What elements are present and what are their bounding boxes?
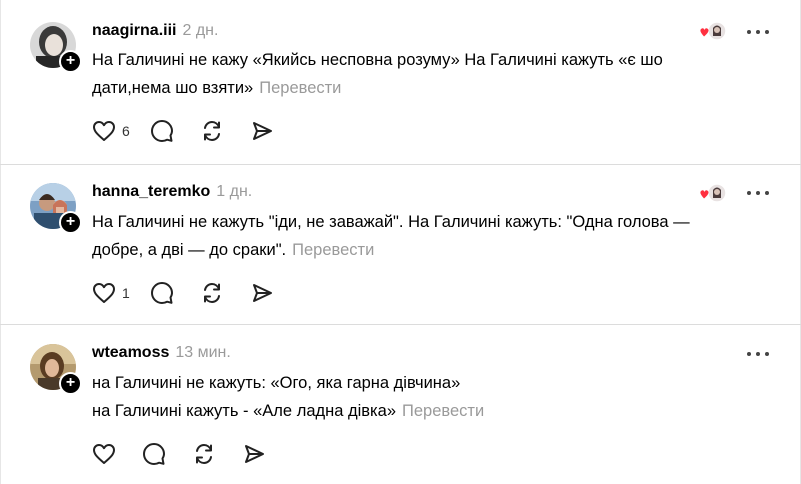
reaction-heart-icon [699,21,727,41]
post-text-line: дати,нема шо взяти» [92,79,254,97]
reaction-heart-icon [699,183,727,203]
post-actions [92,441,292,467]
heart-icon [93,283,115,303]
reply-button[interactable] [150,281,174,305]
post-time[interactable]: 1 дн. [216,183,252,200]
share-button[interactable] [242,442,266,466]
like-button[interactable]: 1 [92,282,130,304]
username[interactable]: hanna_teremko [92,183,210,200]
post-actions: 1 [92,280,300,306]
like-button[interactable] [92,443,116,465]
reaction-avatars[interactable] [698,182,728,204]
post-separator [0,324,801,325]
repost-icon [203,282,220,304]
follow-plus-icon[interactable]: + [59,211,82,234]
heart-icon [93,444,115,464]
comment-icon [150,120,173,142]
post-text: На Галичині не кажуть "іди, не заважай".… [92,208,690,264]
follow-plus-icon[interactable]: + [59,372,82,395]
more-icon[interactable] [747,352,769,358]
post-text: На Галичині не кажу «Якийсь несповна роз… [92,46,663,102]
repost-icon [196,443,212,465]
like-count: 1 [122,285,130,301]
translate-link[interactable]: Перевести [259,79,341,97]
post-text: на Галичині не кажуть: «Ого, яка гарна д… [92,369,484,425]
heart-icon [93,121,115,141]
post-text-line: На Галичині не кажуть "іди, не заважай".… [92,213,690,231]
reply-button[interactable] [142,442,166,466]
post-text-line: На Галичині не кажу «Якийсь несповна роз… [92,51,663,69]
follow-plus-icon[interactable]: + [59,50,82,73]
post-text-line: на Галичині кажуть - «Але ладна дівка» [92,402,396,420]
username[interactable]: naagirna.iii [92,22,176,39]
translate-link[interactable]: Перевести [292,241,374,259]
frame-border-left [0,0,1,484]
post-header: wteamoss 13 мин. [92,344,231,362]
send-icon [245,445,264,463]
repost-button[interactable] [200,281,224,305]
more-icon[interactable] [747,191,769,197]
post-text-line: на Галичині не кажуть: «Ого, яка гарна д… [92,374,461,392]
post-actions: 6 [92,118,300,144]
post-time[interactable]: 2 дн. [182,22,218,39]
repost-button[interactable] [192,442,216,466]
repost-icon [203,120,220,142]
comment-icon [150,282,173,304]
more-icon[interactable] [747,30,769,36]
post-separator [0,164,801,165]
like-count: 6 [122,123,130,139]
post-header: naagirna.iii 2 дн. [92,22,218,40]
share-button[interactable] [250,119,274,143]
like-button[interactable]: 6 [92,120,130,142]
send-icon [252,284,272,302]
post-time[interactable]: 13 мин. [175,344,230,361]
post-header: hanna_teremko 1 дн. [92,183,252,201]
reaction-avatars[interactable] [698,20,728,42]
repost-button[interactable] [200,119,224,143]
share-button[interactable] [250,281,274,305]
post-text-line: добре, а дві — до сраки". [92,241,287,259]
reply-button[interactable] [150,119,174,143]
translate-link[interactable]: Перевести [402,402,484,420]
username[interactable]: wteamoss [92,344,169,361]
comment-icon [143,443,165,465]
send-icon [252,122,272,140]
